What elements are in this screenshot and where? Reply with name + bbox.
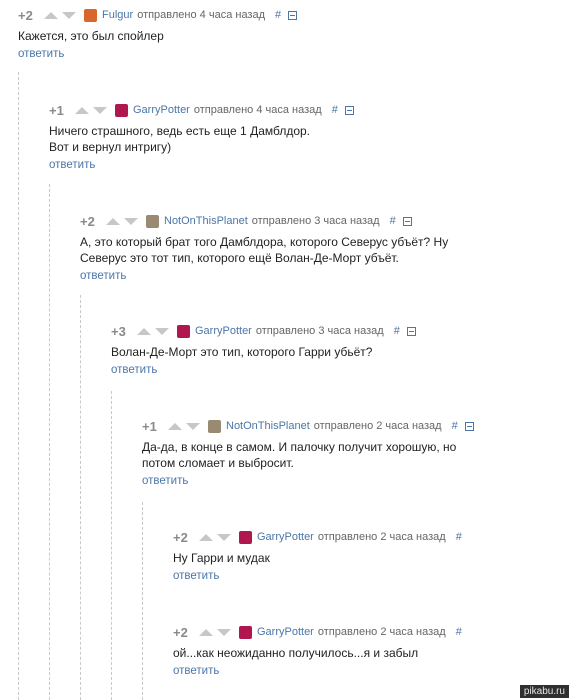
downvote-arrow-icon[interactable] [62,11,76,19]
reply-link[interactable]: ответить [80,270,126,282]
reply-link[interactable]: ответить [173,665,219,677]
comment: +1 GarryPotter отправлено 4 часа назад #… [49,101,549,173]
avatar[interactable] [146,214,159,228]
permalink-hash[interactable]: # [275,9,281,21]
reply-link[interactable]: ответить [142,475,188,487]
comment-text: Ну Гарри и мудак [173,551,270,565]
comment: +2 NotOnThisPlanet отправлено 3 часа наз… [80,212,560,284]
upvote-arrow-icon[interactable] [199,533,213,541]
comment: +3 GarryPotter отправлено 3 часа назад #… [111,322,561,378]
rating: +1 [142,418,157,434]
username-link[interactable]: NotOnThisPlanet [226,420,310,432]
downvote-arrow-icon[interactable] [217,628,231,636]
username-link[interactable]: GarryPotter [133,104,190,116]
username-link[interactable]: GarryPotter [257,626,314,638]
timestamp: отправлено 2 часа назад [317,626,446,638]
rating: +2 [80,213,95,229]
comment-header: +2 GarryPotter отправлено 2 часа назад # [173,528,563,546]
comment-header: +2 NotOnThisPlanet отправлено 3 часа наз… [80,212,560,230]
avatar[interactable] [208,419,221,433]
reply-link[interactable]: ответить [49,159,95,171]
permalink-hash[interactable]: # [456,626,462,638]
comment-header: +3 GarryPotter отправлено 3 часа назад # [111,322,561,340]
upvote-arrow-icon[interactable] [44,11,58,19]
thread-line [111,391,112,700]
comment-text: Ничего страшного, ведь есть еще 1 Дамблд… [49,124,310,154]
avatar[interactable] [177,324,190,338]
upvote-arrow-icon[interactable] [106,217,120,225]
upvote-arrow-icon[interactable] [199,628,213,636]
watermark: pikabu.ru [519,685,569,698]
collapse-icon[interactable] [288,10,298,20]
rating: +3 [111,323,126,339]
avatar[interactable] [239,625,252,639]
collapse-icon[interactable] [406,326,416,336]
username-link[interactable]: GarryPotter [195,325,252,337]
thread-line [80,295,81,700]
comment-header: +1 GarryPotter отправлено 4 часа назад # [49,101,549,119]
permalink-hash[interactable]: # [452,420,458,432]
comment-text: ой...как неожиданно получилось...я и заб… [173,646,419,660]
comment: +2 GarryPotter отправлено 2 часа назад #… [173,528,563,584]
username-link[interactable]: NotOnThisPlanet [164,215,248,227]
permalink-hash[interactable]: # [394,325,400,337]
timestamp: отправлено 2 часа назад [313,420,442,432]
permalink-hash[interactable]: # [332,104,338,116]
avatar[interactable] [115,103,128,117]
downvote-arrow-icon[interactable] [186,422,200,430]
rating: +1 [49,102,64,118]
collapse-icon[interactable] [344,105,354,115]
avatar[interactable] [239,530,252,544]
comment: +2 GarryPotter отправлено 2 часа назад #… [173,623,563,679]
upvote-arrow-icon[interactable] [137,327,151,335]
downvote-arrow-icon[interactable] [93,106,107,114]
thread-line [18,72,19,700]
timestamp: отправлено 3 часа назад [251,215,380,227]
collapse-icon[interactable] [402,216,412,226]
reply-link[interactable]: ответить [173,570,219,582]
username-link[interactable]: Fulgur [102,9,133,21]
upvote-arrow-icon[interactable] [75,106,89,114]
thread-line [49,184,50,700]
comment-text: Да-да, в конце в самом. И палочку получи… [142,440,457,470]
comment-text: Кажется, это был спойлер [18,29,164,43]
comment-header: +2 Fulgur отправлено 4 часа назад # [18,6,558,24]
collapse-icon[interactable] [464,421,474,431]
comment-text: А, это который брат того Дамблдора, кото… [80,235,449,265]
timestamp: отправлено 2 часа назад [317,531,446,543]
reply-link[interactable]: ответить [18,48,64,60]
comment: +2 Fulgur отправлено 4 часа назад # Каже… [18,6,558,62]
timestamp: отправлено 4 часа назад [193,104,322,116]
upvote-arrow-icon[interactable] [168,422,182,430]
comment-header: +1 NotOnThisPlanet отправлено 2 часа наз… [142,417,562,435]
permalink-hash[interactable]: # [456,531,462,543]
rating: +2 [18,7,33,23]
reply-link[interactable]: ответить [111,364,157,376]
rating: +2 [173,624,188,640]
downvote-arrow-icon[interactable] [124,217,138,225]
downvote-arrow-icon[interactable] [155,327,169,335]
downvote-arrow-icon[interactable] [217,533,231,541]
comment-header: +2 GarryPotter отправлено 2 часа назад # [173,623,563,641]
permalink-hash[interactable]: # [390,215,396,227]
thread-line [142,502,143,700]
timestamp: отправлено 4 часа назад [137,9,266,21]
avatar[interactable] [84,8,97,22]
comment: +1 NotOnThisPlanet отправлено 2 часа наз… [142,417,562,489]
username-link[interactable]: GarryPotter [257,531,314,543]
timestamp: отправлено 3 часа назад [255,325,384,337]
rating: +2 [173,529,188,545]
comment-text: Волан-Де-Морт это тип, которого Гарри уб… [111,345,373,359]
